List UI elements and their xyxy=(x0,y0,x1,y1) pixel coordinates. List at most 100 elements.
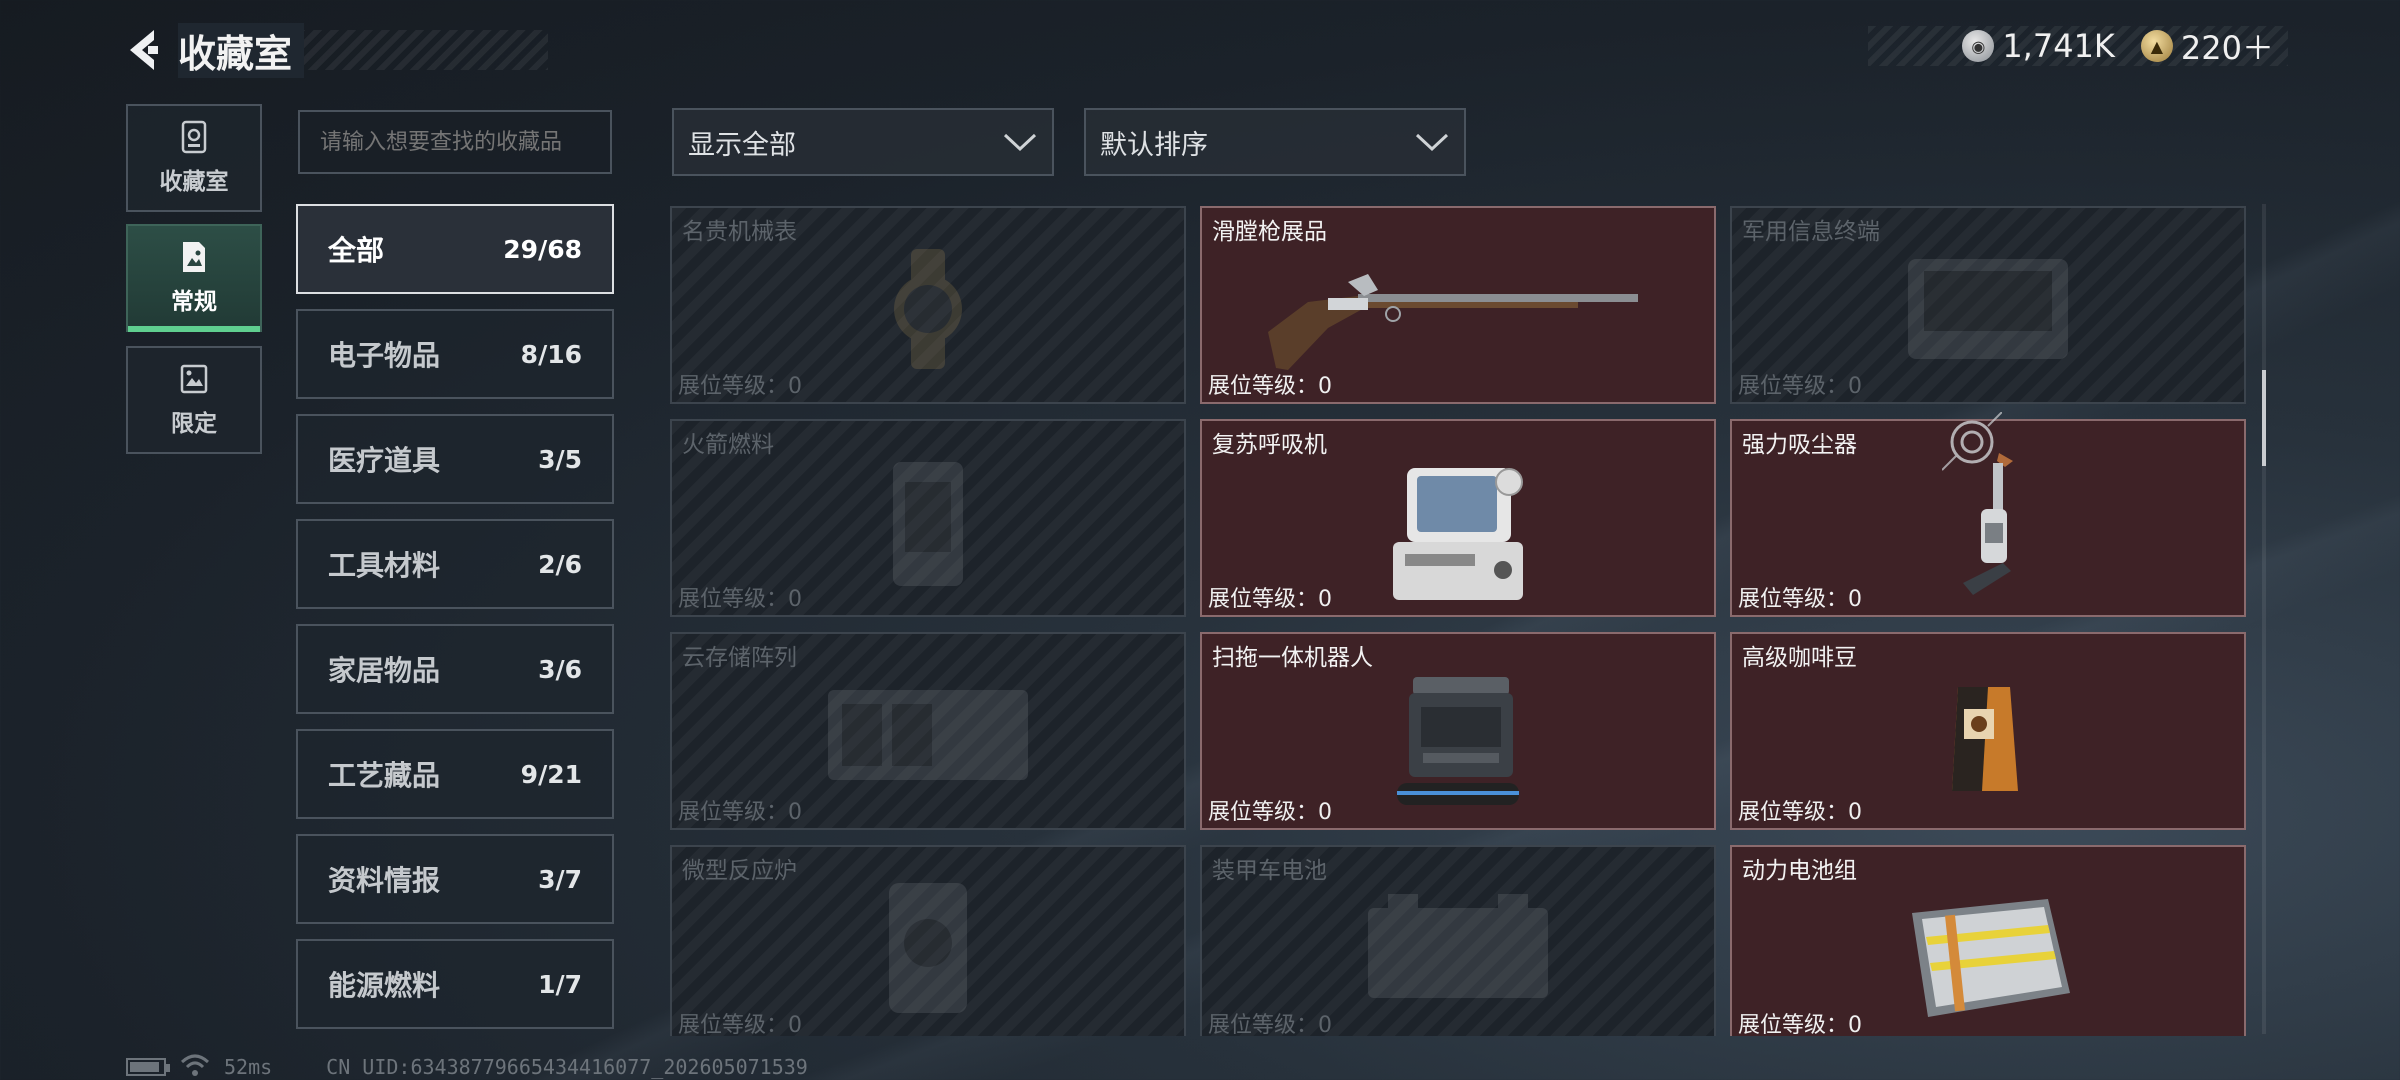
battery-pack-icon xyxy=(1912,899,2070,1018)
watch-icon xyxy=(894,248,962,369)
crosshair-target-icon xyxy=(1942,412,2002,471)
item-level: 展位等级：0 xyxy=(678,374,802,399)
category-crafts[interactable]: 工艺藏品 9/21 xyxy=(296,729,614,819)
category-intel[interactable]: 资料情报 3/7 xyxy=(296,834,614,924)
category-energy[interactable]: 能源燃料 1/7 xyxy=(296,939,614,1029)
category-household[interactable]: 家居物品 3/6 xyxy=(296,624,614,714)
item-name: 高级咖啡豆 xyxy=(1742,645,1857,671)
chevron-down-icon xyxy=(1415,133,1449,152)
fuel-canister-icon xyxy=(893,461,963,586)
category-name: 医疗道具 xyxy=(328,444,441,477)
item-card[interactable]: 微型反应炉 展位等级：0 xyxy=(670,845,1186,1036)
vacuum-cleaner-icon xyxy=(1963,452,2013,595)
item-level: 展位等级：0 xyxy=(678,800,802,825)
item-level: 展位等级：0 xyxy=(1208,800,1332,825)
currency-silver[interactable]: ◉ 1,741K xyxy=(1962,27,2115,65)
page-header: 收藏室 xyxy=(120,20,560,80)
battery-icon xyxy=(126,1058,170,1076)
item-level: 展位等级：0 xyxy=(1738,800,1862,825)
reactor-icon xyxy=(889,882,967,1013)
category-count: 3/5 xyxy=(538,444,582,474)
grid-scrollbar[interactable] xyxy=(2262,204,2266,1034)
side-tab-regular[interactable]: 常规 xyxy=(126,224,262,332)
ventilator-icon xyxy=(1393,467,1523,600)
side-tab-label: 常规 xyxy=(171,289,217,315)
category-count: 2/6 xyxy=(538,549,582,579)
item-level: 展位等级：0 xyxy=(1738,587,1862,612)
category-tools[interactable]: 工具材料 2/6 xyxy=(296,519,614,609)
item-level: 展位等级：0 xyxy=(1208,374,1332,399)
category-all[interactable]: 全部 29/68 xyxy=(296,204,614,294)
item-card[interactable]: 动力电池组 展位等级：0 xyxy=(1730,845,2246,1036)
wifi-icon xyxy=(180,1054,210,1080)
display-filter-dropdown[interactable]: 显示全部 xyxy=(672,108,1054,176)
category-electronics[interactable]: 电子物品 8/16 xyxy=(296,309,614,399)
item-level: 展位等级：0 xyxy=(1208,1013,1332,1036)
item-name: 装甲车电池 xyxy=(1212,858,1327,884)
category-name: 家居物品 xyxy=(328,654,441,687)
item-level: 展位等级：0 xyxy=(1208,587,1332,612)
limited-frame-icon xyxy=(180,364,208,394)
item-name: 名贵机械表 xyxy=(682,219,797,245)
category-name: 电子物品 xyxy=(328,339,441,372)
side-tab-limited[interactable]: 限定 xyxy=(126,346,262,454)
category-count: 8/16 xyxy=(520,339,582,369)
currency-gold-value: 220＋ xyxy=(2180,29,2274,67)
category-name: 工艺藏品 xyxy=(328,759,441,792)
terminal-case-icon xyxy=(1908,258,2068,359)
item-card[interactable]: 滑膛枪展品 展位等级：0 xyxy=(1200,206,1716,404)
item-name: 火箭燃料 xyxy=(682,432,774,458)
gold-coin-icon: ▲ xyxy=(2140,30,2173,62)
side-tab-label: 限定 xyxy=(171,411,217,437)
currency-silver-value: 1,741K xyxy=(2002,27,2115,65)
currency-bar: ◉ 1,741K ▲ 220＋ xyxy=(1868,23,2288,69)
uid-readout: CN UID:634387796654344160​77_20260507153… xyxy=(326,1055,808,1079)
item-card[interactable]: 复苏呼吸机 展位等级：0 xyxy=(1200,419,1716,617)
side-tab-vault[interactable]: 收藏室 xyxy=(126,104,262,212)
category-count: 1/7 xyxy=(538,969,582,999)
side-tab-label: 收藏室 xyxy=(159,169,229,195)
active-tab-indicator xyxy=(128,326,260,332)
item-name: 军用信息终端 xyxy=(1742,219,1880,245)
search-input[interactable] xyxy=(298,110,612,174)
item-name: 滑膛枪展品 xyxy=(1212,219,1327,245)
item-card[interactable]: 云存储阵列 展位等级：0 xyxy=(670,632,1186,830)
collection-grid: 名贵机械表 展位等级：0 滑膛枪展品 展位等级：0 军用信息终端 展位等级：0 … xyxy=(670,206,2250,1036)
ping-readout: 52ms xyxy=(224,1055,273,1079)
item-name: 云存储阵列 xyxy=(682,645,797,671)
category-medical[interactable]: 医疗道具 3/5 xyxy=(296,414,614,504)
category-count: 3/7 xyxy=(538,864,582,894)
category-name: 工具材料 xyxy=(328,549,441,582)
sort-dropdown[interactable]: 默认排序 xyxy=(1084,108,1466,176)
coffee-bag-icon xyxy=(1952,686,2018,791)
item-card[interactable]: 扫拖一体机器人 展位等级：0 xyxy=(1200,632,1716,830)
item-level: 展位等级：0 xyxy=(678,587,802,612)
item-card[interactable]: 名贵机械表 展位等级：0 xyxy=(670,206,1186,404)
picture-frame-icon xyxy=(183,242,205,272)
robot-station-icon xyxy=(1397,676,1519,805)
item-level: 展位等级：0 xyxy=(1738,374,1862,399)
item-card[interactable]: 军用信息终端 展位等级：0 xyxy=(1730,206,2246,404)
server-array-icon xyxy=(828,689,1028,780)
item-name: 强力吸尘器 xyxy=(1742,432,1857,458)
silver-coin-icon: ◉ xyxy=(1962,30,1995,62)
scrollbar-thumb[interactable] xyxy=(2262,370,2266,466)
category-count: 29/68 xyxy=(503,234,582,264)
item-level: 展位等级：0 xyxy=(678,1013,802,1036)
musket-icon xyxy=(1268,273,1638,370)
item-name: 微型反应炉 xyxy=(682,858,797,884)
currency-gold[interactable]: ▲ 220＋ xyxy=(2140,23,2274,69)
item-card[interactable]: 高级咖啡豆 展位等级：0 xyxy=(1730,632,2246,830)
vault-icon xyxy=(181,120,207,154)
back-arrow-icon[interactable] xyxy=(120,22,168,78)
vehicle-battery-icon xyxy=(1368,893,1548,998)
category-name: 能源燃料 xyxy=(328,969,441,1002)
item-card[interactable]: 装甲车电池 展位等级：0 xyxy=(1200,845,1716,1036)
page-title: 收藏室 xyxy=(178,22,305,78)
item-name: 动力电池组 xyxy=(1742,858,1857,884)
item-name: 复苏呼吸机 xyxy=(1212,432,1327,458)
display-filter-value: 显示全部 xyxy=(688,129,796,161)
item-card[interactable]: 火箭燃料 展位等级：0 xyxy=(670,419,1186,617)
status-bar: 52ms CN UID:634387796654344160​77_202605… xyxy=(126,1054,808,1080)
title-bar: 收藏室 xyxy=(178,22,548,78)
